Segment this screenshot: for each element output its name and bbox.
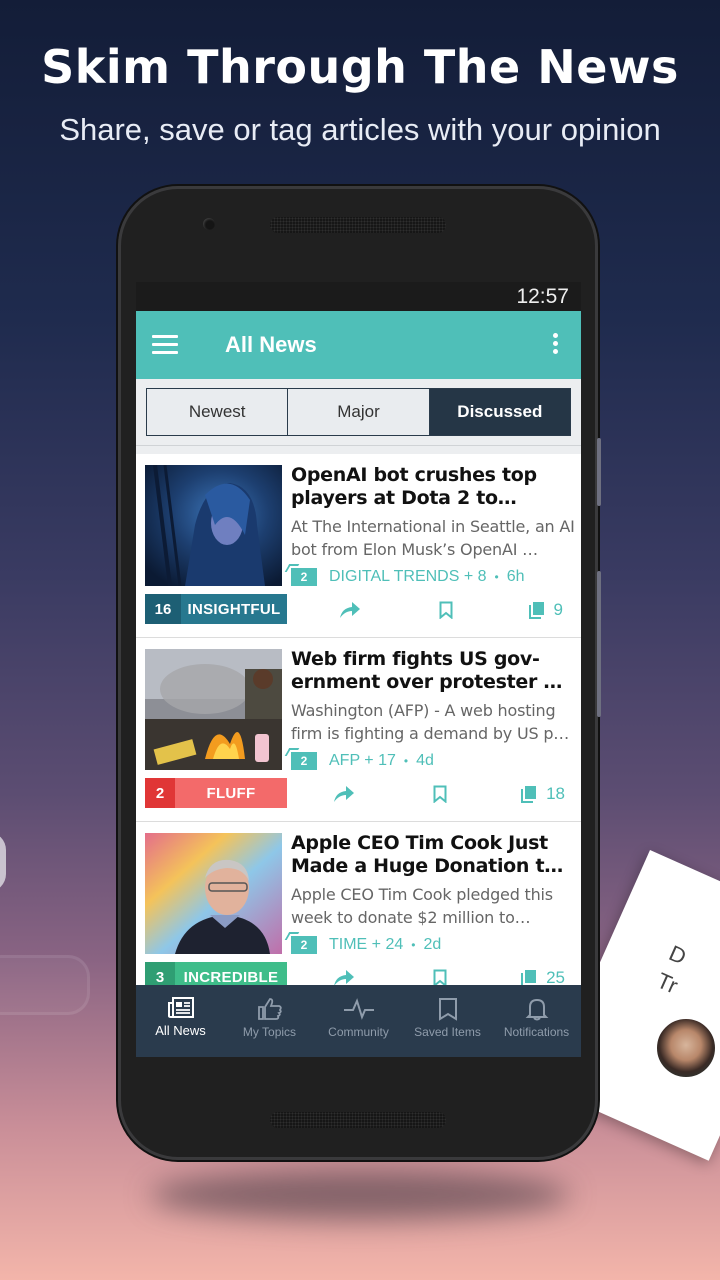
share-button[interactable] (333, 785, 355, 803)
tab-major[interactable]: Major (287, 389, 429, 435)
phone-shadow (150, 1170, 570, 1220)
nav-label: My Topics (242, 1025, 297, 1039)
comments-icon (521, 786, 537, 803)
article-age: 2d (423, 936, 442, 953)
protest-fire-image[interactable] (145, 649, 282, 770)
phone-bottom-speaker (270, 1112, 446, 1128)
nav-community[interactable]: Community (314, 985, 403, 1057)
article-meta: 2 TIME + 24 • 2d (291, 934, 441, 956)
tab-newest[interactable]: Newest (147, 389, 288, 435)
article-headline[interactable]: Apple CEO Tim Cook Just Made a Huge Dona… (291, 832, 576, 878)
comments-button[interactable]: 18 (521, 784, 565, 804)
nav-saved-items[interactable]: Saved Items (403, 985, 492, 1057)
decorative-card-text: D Tr (653, 940, 691, 999)
phone-volume-button (597, 571, 601, 717)
meta-separator: • (403, 754, 409, 768)
bookmark-icon (438, 998, 457, 1021)
tag-count-badge[interactable]: 2 (291, 568, 317, 586)
article-source[interactable]: AFP + 17 (329, 752, 396, 770)
phone-screen: 12:57 All News Newest Major Discussed Op… (136, 282, 581, 1057)
article-summary: Washington (AFP) - A web hosting firm is… (291, 701, 570, 743)
nav-label: Saved Items (414, 1025, 481, 1039)
hamburger-icon[interactable] (152, 335, 178, 355)
bookmark-icon (433, 785, 447, 803)
bookmark-button[interactable] (433, 785, 447, 803)
decorative-card-left (0, 955, 90, 1015)
share-button[interactable] (339, 601, 361, 619)
article-meta: 2 DIGITAL TRENDS + 8 • 6h (291, 566, 525, 588)
article-headline[interactable]: OpenAI bot crushes top players at Dota 2… (291, 464, 576, 510)
article-summary: At The International in Seattle, an AI b… (291, 517, 575, 559)
comments-icon (528, 602, 544, 619)
phone-top-speaker (270, 217, 446, 233)
status-time: 12:57 (516, 285, 569, 308)
article-source[interactable]: TIME + 24 (329, 936, 403, 954)
hero-title: Skim Through The News (41, 40, 679, 94)
article-card[interactable]: Web firm fights US gov-ernment over prot… (136, 638, 581, 822)
app-bar: All News (136, 311, 581, 379)
nav-label: Notifications (503, 1025, 570, 1039)
rating-label: INSIGHTFUL (181, 594, 287, 624)
article-headline[interactable]: Web firm fights US gov-ernment over prot… (291, 648, 576, 694)
article-summary: Apple CEO Tim Cook pledged this week to … (291, 885, 553, 927)
nav-label: Community (328, 1025, 389, 1039)
article-card[interactable]: Apple CEO Tim Cook Just Made a Huge Dona… (136, 822, 581, 1006)
article-age: 4d (416, 752, 434, 769)
nav-all-news[interactable]: All News (136, 985, 225, 1057)
phone-camera (203, 218, 215, 230)
article-card[interactable]: OpenAI bot crushes top players at Dota 2… (136, 454, 581, 638)
bottom-navigation: All News My Topics Community Saved Items (136, 985, 581, 1057)
bookmark-button[interactable] (439, 601, 453, 619)
rating-badge[interactable]: 16 INSIGHTFUL (145, 594, 287, 624)
more-vertical-icon[interactable] (553, 333, 559, 357)
pulse-icon (343, 998, 374, 1020)
rating-count: 2 (145, 778, 175, 808)
rating-label: FLUFF (175, 778, 287, 808)
share-icon (340, 602, 360, 618)
article-actions: 9 (331, 596, 571, 624)
newspaper-icon (167, 997, 194, 1018)
article-source[interactable]: DIGITAL TRENDS + 8 (329, 568, 487, 586)
article-actions: 18 (331, 780, 571, 808)
nav-my-topics[interactable]: My Topics (225, 985, 314, 1057)
comment-count: 18 (546, 784, 565, 803)
tag-count-badge[interactable]: 2 (291, 936, 317, 954)
meta-separator: • (494, 570, 499, 584)
thumbs-up-icon (257, 998, 282, 1020)
app-title: All News (225, 332, 317, 357)
phone-power-button (597, 438, 601, 506)
tag-count-badge[interactable]: 2 (291, 752, 317, 770)
sort-segmented-control: Newest Major Discussed (136, 379, 581, 446)
comments-button[interactable]: 9 (528, 600, 563, 620)
hero-subtitle: Share, save or tag articles with your op… (59, 112, 661, 147)
tab-discussed[interactable]: Discussed (428, 389, 570, 435)
rating-count: 16 (145, 594, 181, 624)
article-meta: 2 AFP + 17 • 4d (291, 750, 434, 772)
rating-badge[interactable]: 2 FLUFF (145, 778, 287, 808)
nav-label: All News (155, 1023, 206, 1038)
status-bar: 12:57 (136, 282, 581, 311)
bookmark-icon (439, 601, 453, 619)
dota-character-image[interactable] (145, 465, 282, 586)
article-age: 6h (506, 568, 525, 585)
tim-cook-image[interactable] (145, 833, 282, 954)
article-list: OpenAI bot crushes top players at Dota 2… (136, 454, 581, 1006)
share-icon (334, 786, 354, 802)
decorative-avatar (655, 1017, 717, 1079)
nav-notifications[interactable]: Notifications (492, 985, 581, 1057)
bell-icon (525, 998, 548, 1021)
decorative-circle (0, 832, 6, 892)
comment-count: 9 (553, 600, 563, 619)
meta-separator: • (411, 938, 416, 952)
